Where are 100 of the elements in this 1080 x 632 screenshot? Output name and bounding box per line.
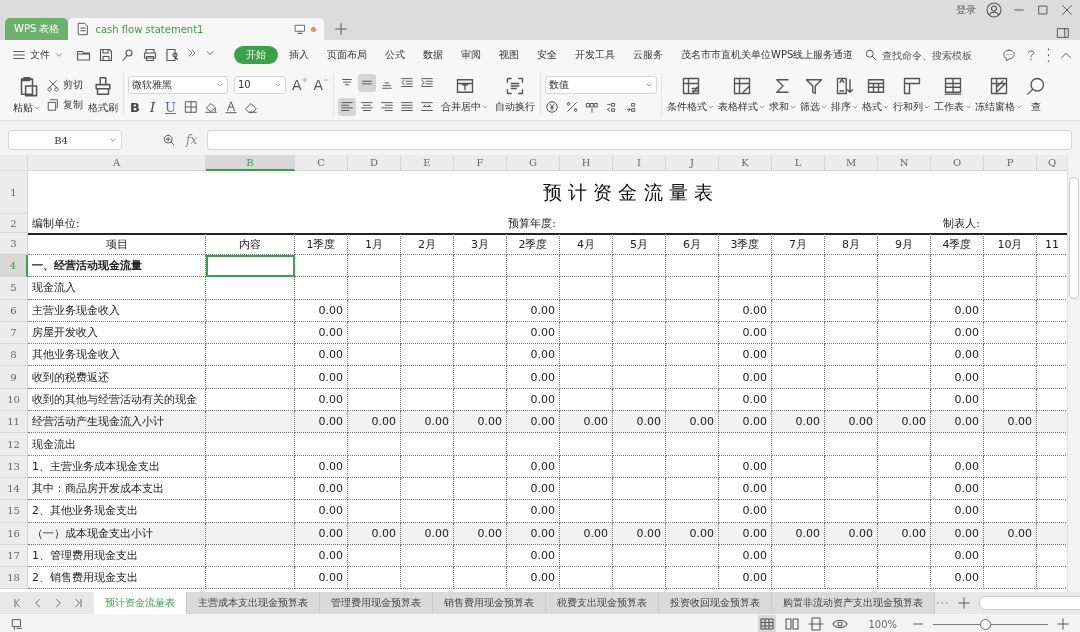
table-cell: 0.00: [507, 522, 560, 545]
table-cell: 2、其他业务现金支出: [28, 500, 206, 523]
row-header[interactable]: 17: [0, 544, 28, 568]
column-header[interactable]: A: [28, 155, 206, 171]
table-cell: 0.00: [719, 366, 772, 389]
file-menu[interactable]: 文件: [12, 48, 64, 62]
sheet-tab[interactable]: 主营成本支出现金预算表: [187, 592, 320, 614]
sort-button[interactable]: 排序: [830, 76, 861, 114]
table-cell: 房屋开发收入: [28, 321, 206, 345]
column-heading: 1季度: [295, 233, 348, 255]
row-header[interactable]: 7: [0, 321, 28, 345]
login-link[interactable]: 登录: [956, 3, 976, 17]
row-header[interactable]: 13: [0, 455, 28, 478]
cut-button[interactable]: 剪切: [46, 78, 83, 92]
ribbon-tab[interactable]: 云服务: [626, 46, 670, 64]
row-header[interactable]: 11: [0, 411, 28, 434]
table-cell: 0.00: [878, 411, 931, 434]
table-cell: 0.00: [295, 477, 348, 501]
italic-button[interactable]: I: [147, 99, 158, 115]
sum-button[interactable]: 求和: [768, 76, 799, 114]
rows-columns-button[interactable]: 行和列: [892, 76, 933, 114]
zoom-level[interactable]: 100%: [868, 618, 897, 630]
row-header[interactable]: 3: [0, 233, 28, 255]
ribbon-tab[interactable]: 开发工具: [568, 46, 622, 64]
column-header[interactable]: M: [825, 155, 878, 171]
document-tab[interactable]: cash flow statement1: [68, 18, 325, 40]
filter-button[interactable]: 筛选: [799, 76, 830, 114]
column-header[interactable]: D: [348, 155, 401, 171]
font-name-dropdown[interactable]: 微软雅黑: [128, 75, 228, 94]
font-size-dropdown[interactable]: 10: [234, 75, 286, 94]
row-header[interactable]: 9: [0, 366, 28, 389]
sheet-tab[interactable]: 购置非流动资产支出现金预算表: [772, 592, 935, 614]
sheet-tab[interactable]: 管理费用现金预算表: [320, 592, 433, 614]
table-cell: 0.00: [931, 544, 984, 568]
ribbon-tab[interactable]: 茂名市市直机关单位WPS线上服务通道: [674, 46, 861, 64]
row-header[interactable]: 16: [0, 522, 28, 545]
row-header[interactable]: 6: [0, 299, 28, 322]
table-cell: 收到的税费返还: [28, 366, 206, 389]
row-header[interactable]: 12: [0, 433, 28, 456]
copy-button[interactable]: 复制: [46, 98, 83, 112]
table-cell: 0.00: [666, 522, 719, 545]
column-header[interactable]: G: [507, 155, 560, 171]
ribbon-tab[interactable]: 插入: [282, 46, 316, 64]
ribbon-tab[interactable]: 审阅: [454, 46, 488, 64]
column-header[interactable]: P: [984, 155, 1037, 171]
row-header[interactable]: 14: [0, 477, 28, 501]
column-header[interactable]: O: [931, 155, 984, 171]
column-header[interactable]: E: [401, 155, 454, 171]
table-cell: 0.00: [931, 321, 984, 345]
wrap-text-button[interactable]: 自动换行: [494, 76, 537, 114]
column-header[interactable]: L: [772, 155, 825, 171]
underline-button[interactable]: U: [163, 99, 179, 115]
column-heading: 1月: [348, 233, 401, 255]
column-header[interactable]: J: [666, 155, 719, 171]
column-header[interactable]: K: [719, 155, 772, 171]
increase-font-button[interactable]: A: [292, 76, 308, 93]
row-header[interactable]: 1: [0, 171, 28, 214]
conditional-format-button[interactable]: 条件格式: [666, 76, 717, 114]
bold-button[interactable]: B: [128, 99, 142, 115]
sheet-tab[interactable]: 销售费用现金预算表: [433, 592, 546, 614]
format-button[interactable]: 格式: [861, 76, 892, 114]
find-button[interactable]: 查: [1025, 76, 1048, 114]
table-cell: 0.00: [719, 567, 772, 590]
number-format-dropdown[interactable]: 数值: [545, 76, 658, 94]
format-painter-button[interactable]: 格式刷: [87, 75, 119, 115]
ribbon-tab[interactable]: 开始: [234, 46, 278, 64]
ribbon-tab[interactable]: 页面布局: [320, 46, 374, 64]
row-header[interactable]: 5: [0, 277, 28, 300]
table-cell: 0.00: [295, 544, 348, 568]
ribbon-tab[interactable]: 数据: [416, 46, 450, 64]
worksheet-button[interactable]: 工作表: [933, 76, 974, 114]
paste-button[interactable]: 粘贴: [12, 75, 42, 115]
freeze-panes-button[interactable]: 冻结窗格: [974, 76, 1025, 114]
row-header[interactable]: 8: [0, 344, 28, 367]
table-style-button[interactable]: 表格样式: [717, 76, 768, 114]
row-header[interactable]: 18: [0, 567, 28, 590]
table-cell: 0.00: [613, 411, 666, 434]
function-label[interactable]: fx: [186, 133, 198, 147]
sheet-tab[interactable]: 预计资金流量表: [94, 592, 187, 614]
merge-center-button[interactable]: 合并居中: [440, 76, 491, 114]
table-cell: 0.00: [825, 522, 878, 545]
row-header[interactable]: 2: [0, 214, 28, 233]
sheet-tab[interactable]: 投资收回现金预算表: [659, 592, 772, 614]
row-header[interactable]: 10: [0, 388, 28, 412]
ribbon-tab[interactable]: 公式: [378, 46, 412, 64]
column-header[interactable]: F: [454, 155, 507, 171]
table-cell: 0.00: [295, 299, 348, 322]
name-box[interactable]: B4: [8, 130, 122, 150]
table-cell: 0.00: [719, 455, 772, 478]
column-header[interactable]: C: [295, 155, 348, 171]
sheet-tab[interactable]: 税费支出现金预算表: [546, 592, 659, 614]
table-cell: 0.00: [772, 522, 825, 545]
ribbon-tab[interactable]: 视图: [492, 46, 526, 64]
decrease-font-button[interactable]: A: [313, 76, 330, 93]
column-header[interactable]: I: [613, 155, 666, 171]
row-header[interactable]: 15: [0, 500, 28, 523]
ribbon-tab[interactable]: 安全: [530, 46, 564, 64]
column-header[interactable]: Q: [1037, 155, 1067, 171]
column-header[interactable]: N: [878, 155, 931, 171]
column-header[interactable]: H: [560, 155, 613, 171]
